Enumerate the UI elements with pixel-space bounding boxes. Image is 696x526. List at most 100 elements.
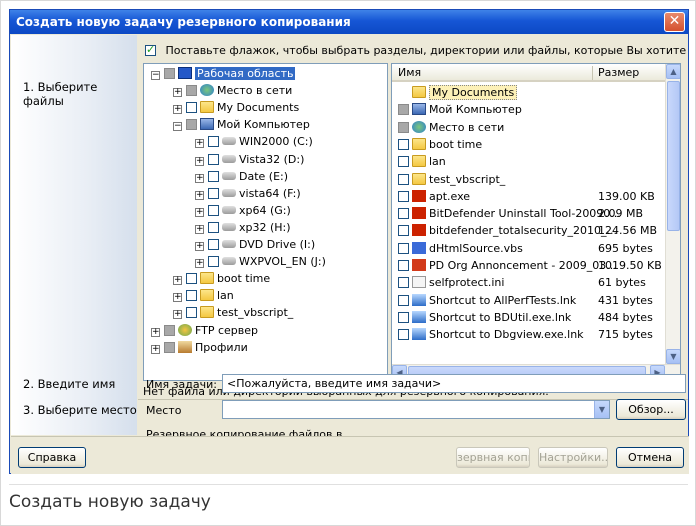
expand-icon[interactable]: +	[195, 156, 204, 166]
file-checkbox[interactable]	[398, 311, 409, 323]
task-name-input[interactable]: <Пожалуйста, введите имя задачи>	[222, 374, 686, 393]
file-checkbox[interactable]	[398, 138, 409, 150]
tree-checkbox[interactable]	[186, 273, 197, 285]
column-header-size[interactable]: Размер	[598, 66, 639, 79]
file-list-row[interactable]: My Documents	[392, 84, 667, 101]
file-list-row[interactable]: BitDefender Uninstall Tool-20090... 2.09 …	[392, 205, 667, 222]
tree-checkbox[interactable]	[208, 170, 219, 182]
scroll-down-button[interactable]: ▼	[666, 349, 680, 364]
expand-icon[interactable]: +	[195, 173, 204, 183]
expand-icon[interactable]: +	[173, 310, 182, 320]
expand-icon[interactable]: +	[151, 327, 160, 337]
file-list-row[interactable]: Shortcut to AllPerfTests.lnk 431 bytes	[392, 292, 667, 309]
file-list-row[interactable]: Мой Компьютер	[392, 101, 667, 118]
file-checkbox[interactable]	[398, 121, 409, 133]
tree-item[interactable]: + Профили	[151, 339, 248, 356]
tree-checkbox[interactable]	[164, 341, 175, 353]
tree-item[interactable]: + boot time	[173, 270, 270, 287]
tree-item[interactable]: + xp64 (G:)	[195, 202, 291, 219]
tree-checkbox[interactable]	[186, 102, 197, 114]
location-combobox[interactable]: ▼	[222, 400, 610, 419]
file-list-row[interactable]: Shortcut to BDUtil.exe.lnk 484 bytes	[392, 309, 667, 326]
tree-item[interactable]: − Мой Компьютер	[173, 116, 310, 133]
vertical-scroll-thumb[interactable]	[667, 81, 680, 231]
file-list-row[interactable]: apt.exe 139.00 KB	[392, 188, 667, 205]
settings-button[interactable]: Настройки...	[538, 447, 608, 468]
expand-icon[interactable]: −	[151, 71, 160, 80]
expand-icon[interactable]: +	[173, 276, 182, 286]
expand-icon[interactable]: −	[173, 122, 182, 132]
file-list-row[interactable]: dHtmlSource.vbs 695 bytes	[392, 240, 667, 257]
help-button[interactable]: Справка	[18, 447, 86, 468]
file-list[interactable]: Имя Размер My Documents Мой Компьютер Мест…	[391, 63, 681, 381]
file-checkbox[interactable]	[398, 156, 409, 168]
file-checkbox[interactable]	[398, 208, 409, 220]
expand-icon[interactable]: +	[195, 224, 204, 234]
tree-checkbox[interactable]	[208, 136, 219, 148]
tree-item[interactable]: + WIN2000 (C:)	[195, 133, 313, 150]
tree-item[interactable]: + DVD Drive (I:)	[195, 236, 315, 253]
file-checkbox[interactable]	[398, 173, 409, 185]
tree-item[interactable]: + My Documents	[173, 99, 299, 116]
file-checkbox[interactable]	[398, 242, 409, 254]
file-checkbox[interactable]	[398, 294, 409, 306]
expand-icon[interactable]: +	[195, 207, 204, 217]
expand-icon[interactable]: +	[195, 242, 204, 251]
file-checkbox[interactable]	[398, 104, 409, 116]
tree-item[interactable]: + FTP сервер	[151, 322, 258, 339]
file-list-row[interactable]: selfprotect.ini 61 bytes	[392, 274, 667, 291]
tree-item[interactable]: + Место в сети	[173, 82, 292, 99]
file-list-row[interactable]: Shortcut to Dbgview.exe.lnk 715 bytes	[392, 326, 667, 343]
file-list-row[interactable]: boot time	[392, 136, 667, 153]
tree-checkbox[interactable]	[208, 153, 219, 165]
expand-icon[interactable]: +	[173, 88, 182, 98]
file-checkbox[interactable]	[398, 225, 409, 237]
file-checkbox[interactable]	[398, 190, 409, 202]
tree-checkbox[interactable]	[208, 239, 219, 250]
tree-checkbox[interactable]	[186, 119, 197, 131]
vertical-scrollbar[interactable]: ▲ ▼	[665, 64, 680, 364]
tree-item[interactable]: + test_vbscript_	[173, 304, 293, 321]
column-separator[interactable]	[592, 66, 593, 80]
file-checkbox[interactable]	[398, 260, 409, 271]
tree-item[interactable]: + WXPVOL_EN (J:)	[195, 253, 326, 270]
browse-button[interactable]: Обзор...	[616, 399, 686, 420]
expand-icon[interactable]: +	[195, 190, 204, 200]
tree-item[interactable]: + vista64 (F:)	[195, 185, 301, 202]
file-checkbox[interactable]	[398, 277, 409, 289]
expand-icon[interactable]: +	[195, 259, 204, 269]
select-all-row[interactable]: Поставьте флажок, чтобы выбрать разделы,…	[145, 43, 686, 57]
tree-item[interactable]: + Date (E:)	[195, 168, 288, 185]
expand-icon[interactable]: +	[151, 344, 160, 354]
tree-checkbox[interactable]	[208, 204, 219, 216]
file-list-row[interactable]: lan	[392, 153, 667, 170]
tree-checkbox[interactable]	[186, 307, 197, 319]
column-header-name[interactable]: Имя	[398, 66, 421, 79]
tree-checkbox[interactable]	[208, 187, 219, 199]
select-all-checkbox[interactable]	[145, 43, 156, 56]
chevron-down-icon[interactable]: ▼	[594, 401, 609, 418]
tree-checkbox[interactable]	[164, 68, 175, 79]
tree-checkbox[interactable]	[186, 85, 197, 97]
tree-item[interactable]: + xp32 (H:)	[195, 219, 291, 236]
tree-item[interactable]: − Рабочая область	[151, 65, 296, 82]
folder-tree[interactable]: − Рабочая область + Место в сети + My Documen…	[143, 63, 388, 381]
file-checkbox[interactable]	[398, 329, 409, 341]
scroll-up-button[interactable]: ▲	[666, 64, 680, 79]
tree-checkbox[interactable]	[186, 290, 197, 302]
expand-icon[interactable]: +	[173, 105, 182, 115]
file-list-row[interactable]: PD Org Annoncement - 2009_03... 1019.50 K…	[392, 257, 667, 274]
tree-checkbox[interactable]	[208, 221, 219, 233]
expand-icon[interactable]: +	[195, 139, 204, 149]
tree-checkbox[interactable]	[164, 324, 175, 336]
expand-icon[interactable]: +	[173, 293, 182, 303]
file-list-row[interactable]: test_vbscript_	[392, 171, 667, 188]
file-list-row[interactable]: Место в сети	[392, 119, 667, 136]
file-list-row[interactable]: bitdefender_totalsecurity_2010_... 124.56…	[392, 222, 667, 239]
tree-item[interactable]: + Vista32 (D:)	[195, 151, 304, 168]
cancel-button[interactable]: Отмена	[616, 447, 684, 468]
tree-checkbox[interactable]	[208, 256, 219, 268]
close-button[interactable]: ✕	[664, 12, 685, 32]
backup-button[interactable]: зервная копи	[456, 447, 530, 468]
tree-item[interactable]: + lan	[173, 287, 234, 304]
